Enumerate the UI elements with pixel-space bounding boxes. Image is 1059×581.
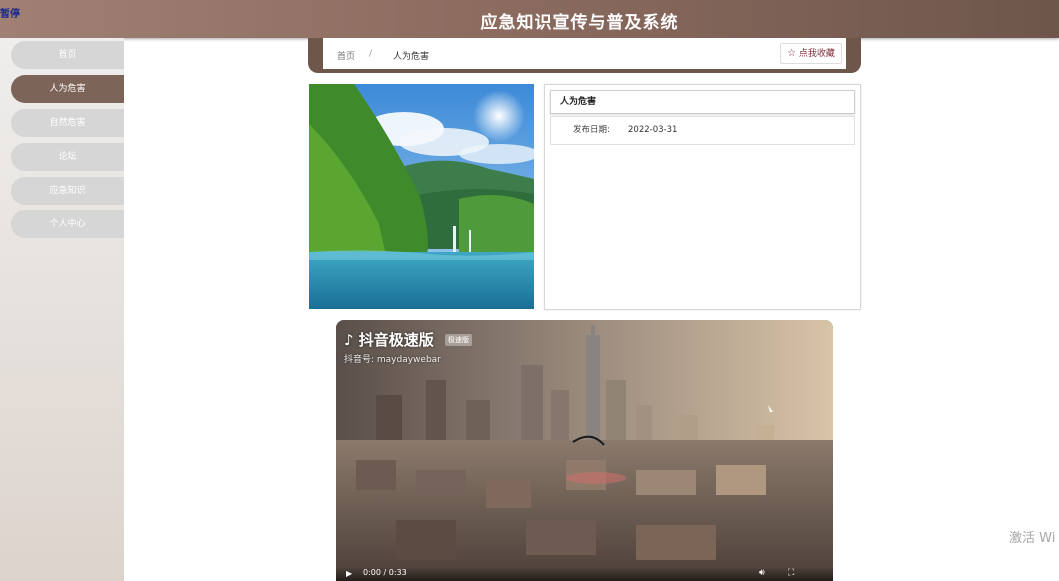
sidebar-item-natural-hazards[interactable]: 自然危害 — [11, 109, 124, 137]
sidebar-item-home[interactable]: 首页 — [11, 41, 124, 69]
video-brand-text: 抖音极速版 — [358, 331, 434, 349]
cover-image — [309, 84, 534, 309]
video-badge: 极速版 — [445, 334, 472, 346]
breadcrumb-current: 人为危害 — [393, 52, 430, 62]
breadcrumb-home-link[interactable]: 首页 — [337, 49, 355, 62]
tiktok-logo: ♪ 抖音极速版 — [344, 331, 434, 349]
detail-panel: 人为危害 发布日期: 2022-03-31 — [544, 84, 861, 310]
detail-title: 人为危害 — [550, 90, 855, 114]
star-outline-icon: ☆ — [787, 48, 797, 59]
publish-date-value: 2022-03-31 — [628, 125, 678, 135]
publish-date-row: 发布日期: 2022-03-31 — [550, 116, 855, 145]
video-account: 抖音号: maydaywebar — [344, 355, 441, 365]
video-player[interactable]: ♪ 抖音极速版 极速版 抖音号: maydaywebar ▶ 0:00 / 0:… — [336, 320, 833, 581]
app-title: 应急知识宣传与普及系统 — [480, 13, 679, 33]
sidebar-item-human-hazards[interactable]: 人为危害 — [11, 75, 124, 103]
video-controls: ▶ 0:00 / 0:33 🔊︎ ⛶ — [336, 567, 833, 581]
play-icon[interactable]: ▶ — [346, 569, 352, 578]
favorite-button-label: 点我收藏 — [798, 49, 835, 59]
favorite-button[interactable]: ☆ 点我收藏 — [780, 43, 842, 64]
publish-date-label: 发布日期: — [573, 125, 610, 135]
sidebar: 首页 人为危害 自然危害 论坛 应急知识 个人中心 — [0, 38, 124, 581]
video-time: 0:00 / 0:33 — [363, 568, 407, 577]
os-activation-watermark: 激活 Wi — [1009, 531, 1056, 546]
sidebar-item-emergency-knowledge[interactable]: 应急知识 — [11, 177, 124, 205]
volume-icon[interactable]: 🔊︎ — [759, 568, 765, 578]
breadcrumb-separator: / — [369, 49, 373, 59]
breadcrumb-bar: 首页 / 人为危害 ☆ 点我收藏 — [308, 38, 861, 73]
sidebar-item-forum[interactable]: 论坛 — [11, 143, 124, 171]
sidebar-item-personal-center[interactable]: 个人中心 — [11, 210, 124, 238]
top-header: 暂停 应急知识宣传与普及系统 — [0, 0, 1059, 38]
breadcrumb: 首页 / 人为危害 ☆ 点我收藏 — [323, 38, 846, 69]
fullscreen-icon[interactable]: ⛶ — [788, 568, 794, 578]
